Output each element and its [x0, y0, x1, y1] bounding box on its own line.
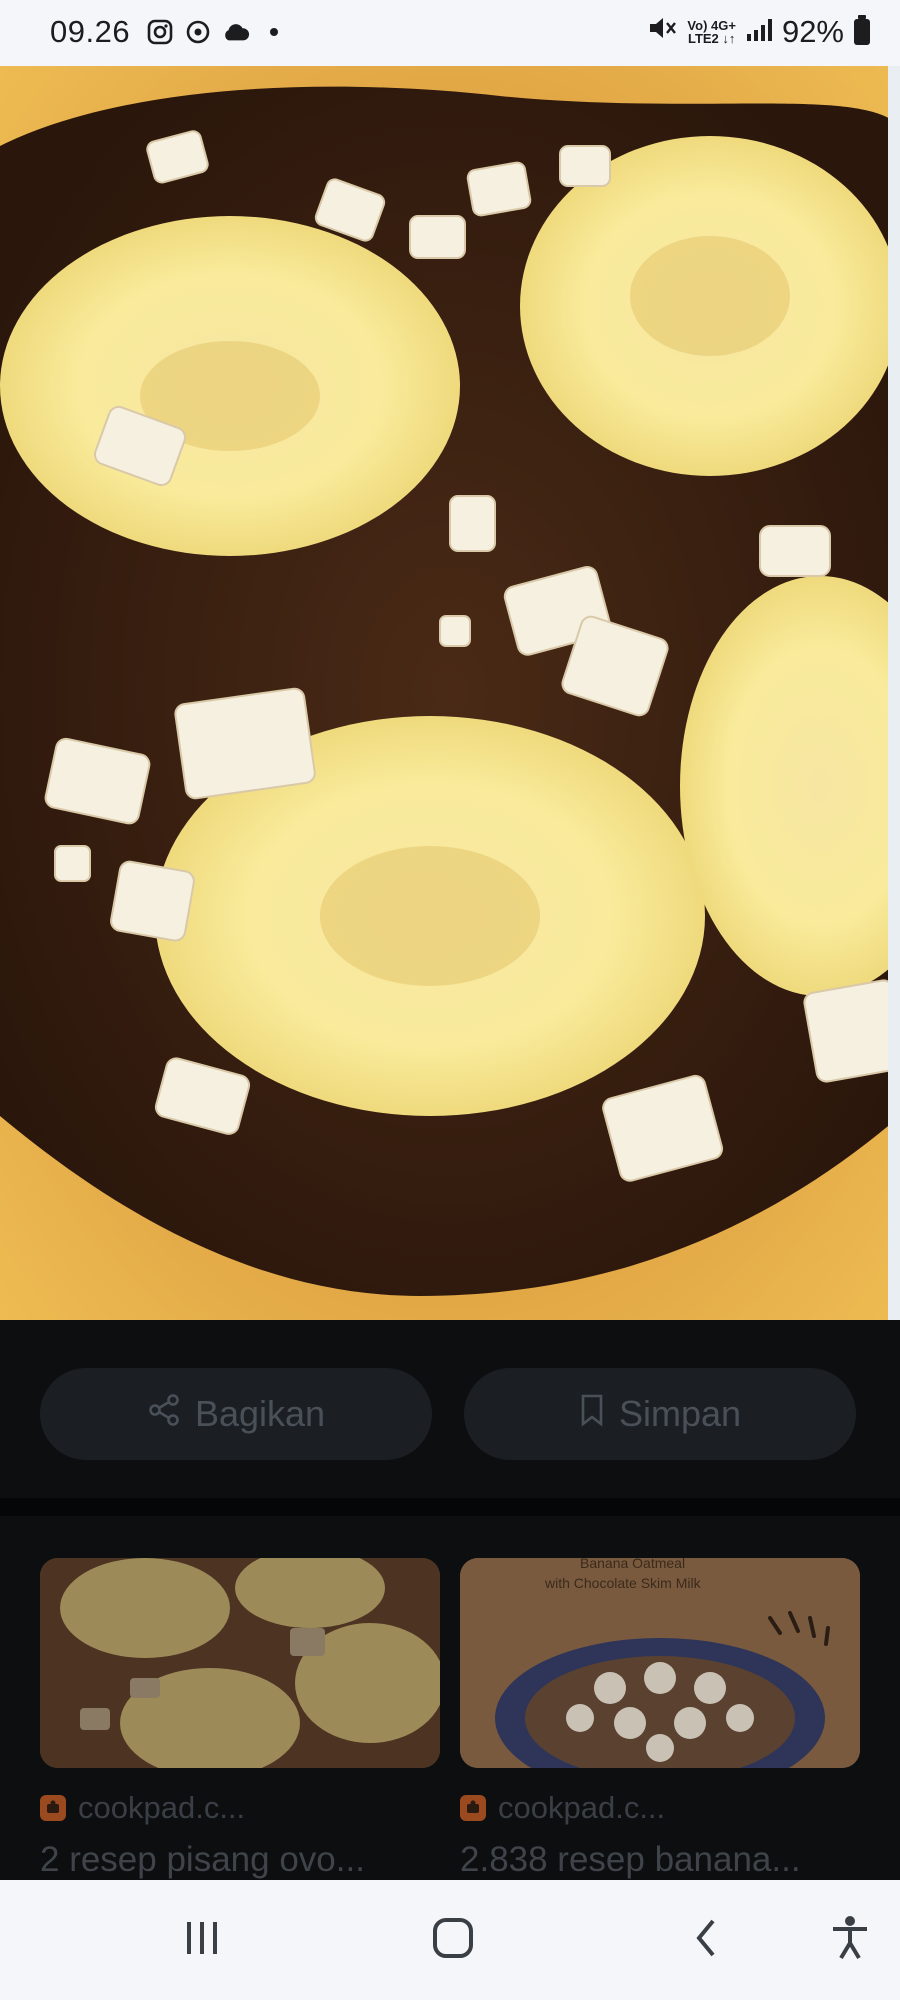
thumb-text-2: with Chocolate Skim Milk: [544, 1575, 702, 1591]
food-illustration: [0, 66, 900, 1320]
related-source: cookpad.c...: [40, 1790, 440, 1826]
navigation-bar: [0, 1880, 900, 2000]
home-icon: [432, 1917, 474, 1964]
network-bottom-label: LTE2 ↓↑: [687, 31, 736, 46]
share-icon: [147, 1393, 181, 1436]
action-bar: Bagikan Simpan: [0, 1320, 900, 1498]
back-button[interactable]: [676, 1910, 736, 1970]
save-label: Simpan: [618, 1393, 742, 1434]
related-source: cookpad.c...: [460, 1790, 860, 1826]
share-label: Bagikan: [194, 1393, 326, 1434]
home-button[interactable]: [423, 1910, 483, 1970]
status-right: Vo) 4G+ LTE2 ↓↑ 92%: [647, 14, 870, 50]
status-bar: 09.26 Vo) 4G+ LTE2 ↓↑ 92%: [0, 0, 900, 66]
section-divider: [0, 1498, 900, 1516]
thumbnail-illustration: [40, 1558, 440, 1768]
related-thumbnail[interactable]: Banana Oatmeal with Chocolate Skim Milk: [460, 1558, 860, 1768]
related-title[interactable]: 2 resep pisang ovo...: [40, 1840, 440, 1880]
cloud-icon: [222, 18, 250, 46]
dot-icon: [260, 18, 288, 46]
related-title[interactable]: 2.838 resep banana...: [460, 1840, 860, 1880]
status-time: 09.26: [50, 14, 131, 49]
instagram-icon: [146, 18, 174, 46]
back-icon: [691, 1918, 721, 1963]
related-thumbnail[interactable]: [40, 1558, 440, 1768]
hero-image[interactable]: [0, 66, 900, 1320]
battery-percent: 92%: [781, 14, 844, 49]
thumb-text-1: Banana Oatmeal: [580, 1558, 685, 1571]
accessibility-icon: [830, 1915, 870, 1966]
related-card[interactable]: cookpad.c... 2 resep pisang ovo...: [40, 1558, 440, 1880]
recents-icon: [182, 1920, 222, 1961]
cookpad-icon: [460, 1795, 486, 1821]
related-results: cookpad.c... 2 resep pisang ovo... Banan…: [0, 1516, 900, 1880]
related-card[interactable]: Banana Oatmeal with Chocolate Skim Milk …: [460, 1558, 860, 1880]
notification-icons: [146, 18, 288, 46]
related-source-label: cookpad.c...: [78, 1790, 246, 1825]
recents-button[interactable]: [172, 1910, 232, 1970]
thumbnail-illustration: Banana Oatmeal with Chocolate Skim Milk: [460, 1558, 860, 1768]
bookmark-icon: [579, 1393, 605, 1436]
mute-icon: [647, 14, 677, 50]
related-source-label: cookpad.c...: [498, 1790, 666, 1825]
network-type: Vo) 4G+ LTE2 ↓↑: [687, 19, 736, 45]
accessibility-button[interactable]: [820, 1910, 880, 1970]
sync-icon: [184, 18, 212, 46]
cookpad-icon: [40, 1795, 66, 1821]
signal-icon: [746, 14, 772, 50]
save-button[interactable]: Simpan: [464, 1368, 856, 1460]
battery-icon: [854, 15, 870, 45]
share-button[interactable]: Bagikan: [40, 1368, 432, 1460]
